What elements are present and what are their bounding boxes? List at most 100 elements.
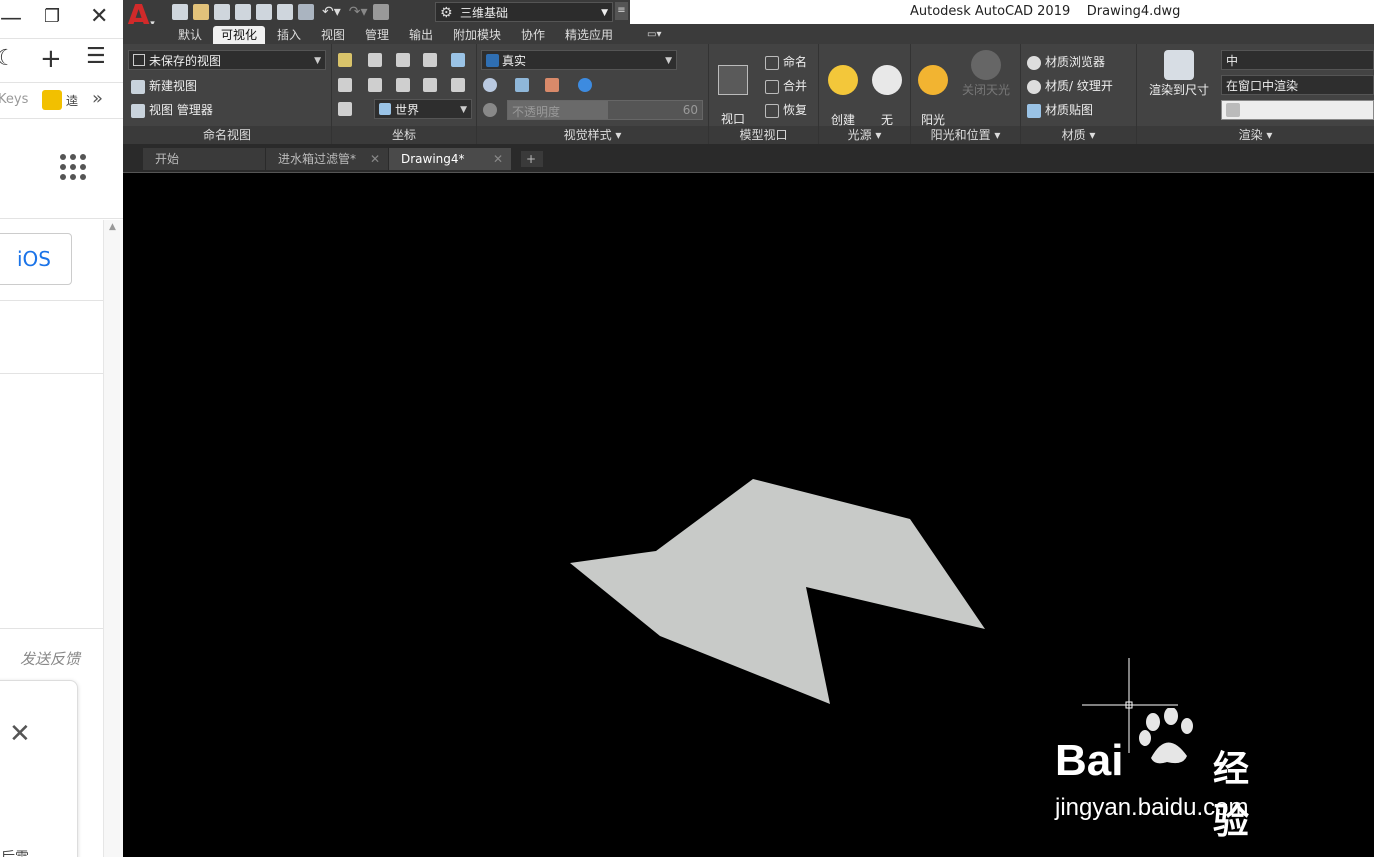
redo-icon[interactable]: ↷▾ [349, 4, 368, 20]
new-file-icon[interactable] [172, 4, 188, 20]
close-window-icon[interactable]: ✕ [90, 4, 108, 29]
match-props-icon[interactable] [372, 4, 389, 20]
popup-card: ✕ 后需 [0, 680, 78, 857]
plot-icon[interactable] [277, 4, 293, 20]
ios-button[interactable]: iOS [0, 233, 72, 285]
render-quality-dropdown[interactable]: 中 [1221, 50, 1374, 70]
scrollbar[interactable]: ▲ [103, 220, 123, 857]
ucs-world-dropdown[interactable]: 世界 ▼ [374, 99, 472, 119]
save-as-icon[interactable] [235, 4, 251, 20]
drawn-shape[interactable] [570, 479, 985, 704]
scroll-up-icon[interactable]: ▲ [109, 222, 116, 232]
render-target-value: 在窗口中渲染 [1226, 79, 1299, 93]
xray-icon[interactable] [578, 77, 593, 92]
divider [0, 628, 103, 629]
join-icon [765, 79, 779, 94]
opacity-slider[interactable]: 不透明度 60 [507, 100, 703, 120]
realistic-icon [486, 54, 499, 67]
watermark-suffix: 经验 [1213, 749, 1250, 842]
browser-panel: — ❐ ✕ ☾ + ☰ Keys 逵 » ▲ iOS 发送反馈 ✕ 后需 [0, 0, 123, 857]
tab-visualize[interactable]: 可视化 [213, 26, 266, 44]
ribbon-tabs: 默认 可视化 插入 视图 管理 输出 附加模块 协作 精选应用 ▭▾ [123, 24, 1374, 44]
named-view-dropdown[interactable]: 未保存的视图 ▼ [128, 50, 326, 70]
ribbon: 未保存的视图 ▼ 新建视图 视图 管理器 命名视图 世界 ▼ 坐标 真实 ▼ 不… [123, 44, 1374, 144]
moon-icon[interactable]: ☾ [0, 46, 16, 71]
shadow-icon[interactable] [544, 77, 559, 92]
material-mapping-button[interactable]: 材质贴图 [1027, 101, 1093, 118]
material-texture-icon [1027, 79, 1041, 94]
ucs-view-icon[interactable] [338, 77, 352, 92]
tab-featured-apps[interactable]: 精选应用 [557, 26, 621, 44]
close-tab-icon[interactable]: ✕ [370, 148, 380, 170]
tab-collaborate[interactable]: 协作 [513, 26, 553, 44]
new-tab-button[interactable]: + [521, 151, 543, 167]
new-view-button[interactable]: 新建视图 [131, 77, 197, 94]
panel-title: 光源 ▾ [819, 126, 910, 144]
tab-output[interactable]: 输出 [401, 26, 441, 44]
close-icon[interactable]: ✕ [9, 719, 31, 749]
tab-default[interactable]: 默认 [170, 26, 210, 44]
ucs-origin-icon[interactable] [338, 52, 352, 67]
doc-tab-drawing4[interactable]: Drawing4* ✕ [389, 148, 511, 170]
print-icon[interactable] [298, 4, 314, 20]
header-area [0, 118, 123, 219]
gear-icon: ⚙ [440, 5, 453, 21]
face-style-icon[interactable] [514, 77, 529, 92]
sky-off-button[interactable]: 关闭天光 [957, 50, 1015, 98]
panel-title: 阳光和位置 ▾ [911, 126, 1020, 144]
bookmark-keys[interactable]: Keys [0, 92, 28, 107]
ucs-world-icon[interactable] [451, 77, 466, 92]
new-tab-icon[interactable]: + [40, 44, 62, 74]
tab-view[interactable]: 视图 [313, 26, 353, 44]
doc-tab-filter-pipe[interactable]: 进水箱过滤管* ✕ [266, 148, 388, 170]
panel-lights: 创建 光源 无 阴影 光源 ▾ [819, 44, 911, 144]
ucs-3point-icon[interactable] [367, 77, 382, 92]
materials-browser-button[interactable]: 材质浏览器 [1027, 53, 1105, 70]
open-file-icon[interactable] [193, 4, 209, 20]
workspace-dropdown[interactable]: ⚙ 三维基础 ▼ [435, 2, 613, 22]
restore-icon[interactable]: ❐ [44, 6, 60, 27]
ucs-named-icon[interactable] [451, 52, 466, 67]
save-icon[interactable] [214, 4, 230, 20]
material-texture-button[interactable]: 材质/ 纹理开 [1027, 77, 1113, 94]
feedback-link[interactable]: 发送反馈 [20, 648, 80, 669]
undo-icon[interactable]: ↶▾ [322, 4, 341, 20]
ribbon-toggle-icon[interactable]: ▭▾ [639, 26, 669, 44]
tab-insert[interactable]: 插入 [269, 26, 309, 44]
minimize-icon[interactable]: — [0, 6, 22, 31]
tab-manage[interactable]: 管理 [357, 26, 397, 44]
panel-named-views: 未保存的视图 ▼ 新建视图 视图 管理器 命名视图 [123, 44, 332, 144]
apps-grid-icon[interactable] [60, 154, 86, 180]
extension-icon[interactable] [42, 90, 62, 110]
panel-title: 模型视口 [709, 126, 818, 144]
document-tabs: 开始 进水箱过滤管* ✕ Drawing4* ✕ + [123, 144, 1374, 173]
ucs-face-icon[interactable] [423, 77, 438, 92]
ucs-z-icon[interactable] [423, 52, 438, 67]
visual-style-tools [483, 77, 596, 92]
close-tab-icon[interactable]: ✕ [493, 148, 503, 170]
doc-tab-start[interactable]: 开始 [143, 148, 265, 170]
named-viewports-button[interactable]: 命名 [765, 53, 807, 70]
render-to-size-button[interactable]: 渲染到尺寸 [1143, 50, 1215, 98]
render-target-dropdown[interactable]: 在窗口中渲染 [1221, 75, 1374, 95]
watermark-brand: Bai [1055, 736, 1124, 785]
ucs-object-icon[interactable] [395, 77, 410, 92]
render-teapot-icon [1226, 103, 1240, 117]
ucs-x-icon[interactable] [367, 52, 382, 67]
menu-icon[interactable]: ☰ [86, 44, 106, 69]
edge-effects-icon[interactable] [483, 77, 497, 92]
customize-qat-icon[interactable]: ≡ [615, 2, 628, 20]
more-bookmarks-icon[interactable]: » [92, 88, 103, 109]
opacity-label: 不透明度 [512, 105, 561, 119]
view-manager-button[interactable]: 视图 管理器 [131, 101, 213, 118]
publish-icon[interactable] [256, 4, 272, 20]
ucs-settings-icon[interactable] [338, 101, 356, 116]
bookmark-label[interactable]: 逵 [66, 92, 78, 109]
join-viewports-button[interactable]: 合并 [765, 77, 807, 94]
doc-tab-label: 开始 [155, 152, 180, 166]
materials-browser-icon [1027, 55, 1041, 70]
restore-viewports-button[interactable]: 恢复 [765, 101, 807, 118]
ucs-y-icon[interactable] [395, 52, 410, 67]
tab-addins[interactable]: 附加模块 [445, 26, 509, 44]
visual-style-dropdown[interactable]: 真实 ▼ [481, 50, 677, 70]
